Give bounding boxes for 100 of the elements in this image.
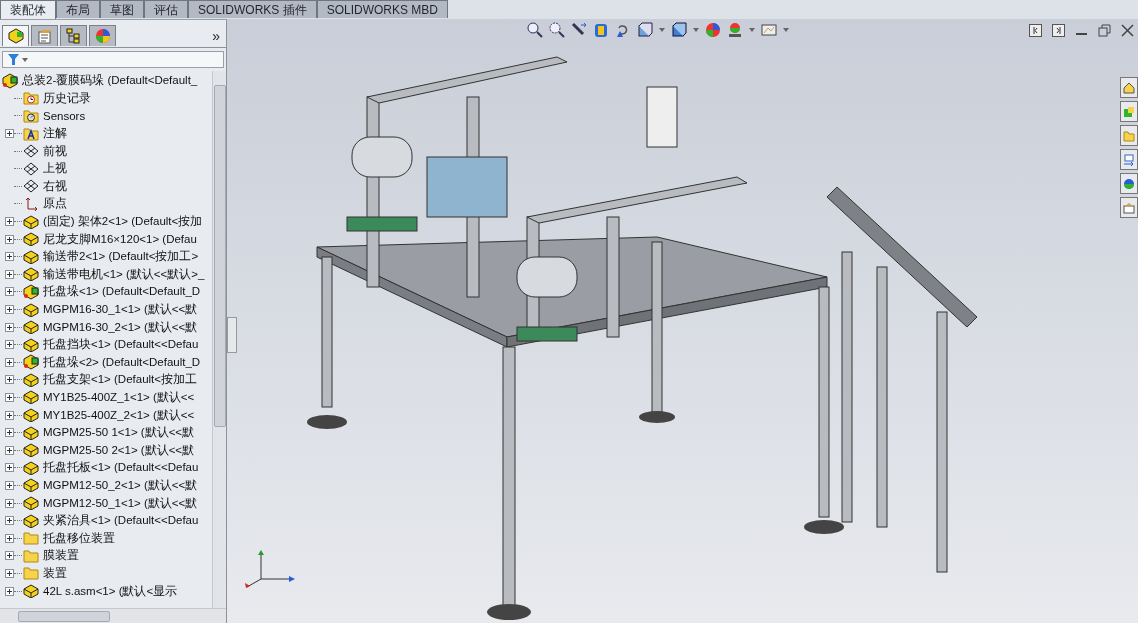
restore-icon[interactable] bbox=[1098, 24, 1111, 37]
tree-item[interactable]: MY1B25-400Z_1<1> (默认<< bbox=[0, 388, 212, 407]
expand-toggle[interactable] bbox=[5, 252, 14, 262]
expand-toggle[interactable] bbox=[5, 498, 14, 508]
display-manager-tab[interactable] bbox=[89, 25, 116, 46]
caret-icon[interactable] bbox=[22, 57, 28, 62]
tree-item[interactable]: (固定) 架体2<1> (Default<按加 bbox=[0, 212, 212, 231]
expand-toggle[interactable] bbox=[5, 269, 14, 279]
expand-toggle[interactable] bbox=[5, 463, 14, 473]
clock-folder-icon bbox=[23, 91, 39, 106]
tree-item[interactable]: 膜装置 bbox=[0, 547, 212, 565]
view-orientation-icon[interactable] bbox=[637, 22, 653, 38]
tile-left-icon[interactable] bbox=[1029, 24, 1042, 37]
display-settings-icon[interactable] bbox=[761, 22, 777, 38]
tree-item[interactable]: 前视 bbox=[0, 142, 212, 160]
tree-item[interactable]: 托盘垛<1> (Default<Default_D bbox=[0, 283, 212, 301]
tree-item[interactable]: 尼龙支脚M16×120<1> (Defau bbox=[0, 230, 212, 248]
expand-toggle[interactable] bbox=[5, 129, 14, 139]
expand-toggle[interactable] bbox=[5, 410, 14, 420]
caret-icon[interactable] bbox=[783, 28, 789, 32]
tree-item[interactable]: 夹紧治具<1> (Default<<Defau bbox=[0, 511, 212, 530]
horizontal-scrollbar[interactable] bbox=[0, 608, 226, 623]
expand-toggle[interactable] bbox=[5, 533, 14, 543]
tree-item[interactable]: 装置 bbox=[0, 564, 212, 583]
tree-item[interactable]: 托盘移位装置 bbox=[0, 529, 212, 548]
appearance-pane-button[interactable] bbox=[1120, 173, 1138, 194]
section-view-icon[interactable] bbox=[593, 22, 609, 38]
expand-toggle[interactable] bbox=[5, 357, 14, 367]
view-palette-button[interactable] bbox=[1120, 149, 1138, 170]
expand-toggle[interactable] bbox=[5, 234, 14, 244]
tree-item[interactable]: Sensors bbox=[0, 107, 212, 125]
expand-toggle[interactable] bbox=[5, 322, 14, 332]
expand-toggle[interactable] bbox=[5, 586, 14, 596]
property-manager-tab[interactable] bbox=[31, 25, 58, 46]
expand-toggle[interactable] bbox=[5, 445, 14, 455]
expand-toggle[interactable] bbox=[5, 375, 14, 385]
display-style-icon[interactable] bbox=[671, 22, 687, 38]
expand-toggle[interactable] bbox=[5, 480, 14, 490]
tree-item[interactable]: 托盘托板<1> (Default<<Defau bbox=[0, 459, 212, 477]
tree-item[interactable]: 42L s.asm<1> (默认<显示 bbox=[0, 582, 212, 600]
tree-root-item[interactable]: 总装2-覆膜码垛 (Default<Default_ bbox=[0, 72, 212, 90]
part-icon bbox=[23, 390, 39, 405]
more-tabs-button[interactable]: » bbox=[212, 27, 224, 44]
part-icon bbox=[23, 232, 39, 247]
scene-icon[interactable] bbox=[727, 22, 743, 38]
library-pane-button[interactable] bbox=[1120, 101, 1138, 122]
tree-item[interactable]: MGPM16-30_2<1> (默认<<默 bbox=[0, 318, 212, 336]
caret-icon[interactable] bbox=[659, 28, 665, 32]
tree-item[interactable]: MY1B25-400Z_2<1> (默认<< bbox=[0, 406, 212, 424]
tree-item[interactable]: 托盘挡块<1> (Default<<Defau bbox=[0, 335, 212, 354]
command-tab[interactable]: 布局 bbox=[56, 0, 100, 18]
tree-item[interactable]: 输送带电机<1> (默认<<默认>_ bbox=[0, 265, 212, 284]
caret-icon[interactable] bbox=[693, 28, 699, 32]
tree-item[interactable]: 上视 bbox=[0, 159, 212, 178]
panel-collapse-handle[interactable] bbox=[227, 317, 237, 353]
assembly-icon bbox=[23, 283, 39, 300]
tree-item[interactable]: MGPM16-30_1<1> (默认<<默 bbox=[0, 300, 212, 319]
expand-toggle[interactable] bbox=[5, 340, 14, 350]
vertical-scrollbar[interactable] bbox=[212, 71, 226, 608]
config-manager-tab[interactable] bbox=[60, 25, 87, 46]
caret-icon[interactable] bbox=[749, 28, 755, 32]
command-tab[interactable]: 评估 bbox=[144, 0, 188, 18]
filter-field[interactable] bbox=[2, 51, 224, 68]
expand-toggle[interactable] bbox=[5, 217, 14, 227]
tree-item[interactable]: MGPM25-50 2<1> (默认<<默 bbox=[0, 441, 212, 460]
expand-toggle[interactable] bbox=[5, 516, 14, 526]
folder-icon bbox=[23, 566, 39, 581]
home-pane-button[interactable] bbox=[1120, 77, 1138, 98]
tree-item[interactable]: MGPM25-50 1<1> (默认<<默 bbox=[0, 423, 212, 442]
expand-toggle[interactable] bbox=[5, 393, 14, 402]
tree-item[interactable]: 右视 bbox=[0, 177, 212, 196]
part-icon bbox=[23, 408, 39, 423]
command-tab[interactable]: 草图 bbox=[100, 0, 144, 18]
expand-toggle[interactable] bbox=[5, 551, 14, 561]
tree-item[interactable]: 输送带2<1> (Default<按加工> bbox=[0, 247, 212, 266]
expand-toggle[interactable] bbox=[5, 305, 14, 314]
tree-item[interactable]: MGPM12-50_2<1> (默认<<默 bbox=[0, 476, 212, 495]
command-tab[interactable]: SOLIDWORKS 插件 bbox=[188, 0, 317, 18]
tree-item[interactable]: MGPM12-50_1<1> (默认<<默 bbox=[0, 494, 212, 512]
graphics-viewport[interactable] bbox=[227, 19, 1138, 623]
custom-properties-button[interactable] bbox=[1120, 197, 1138, 218]
appearance-icon[interactable] bbox=[705, 22, 721, 38]
command-tab[interactable]: SOLIDWORKS MBD bbox=[316, 0, 449, 18]
tree-item[interactable]: 原点 bbox=[0, 195, 212, 213]
tree-item[interactable]: 托盘垛<2> (Default<Default_D bbox=[0, 353, 212, 372]
plane-icon bbox=[23, 144, 39, 159]
tree-item[interactable]: 历史记录 bbox=[0, 89, 212, 108]
zoom-area-icon[interactable] bbox=[549, 22, 565, 38]
folder-pane-button[interactable] bbox=[1120, 125, 1138, 146]
expand-toggle[interactable] bbox=[5, 568, 14, 578]
expand-toggle[interactable] bbox=[5, 428, 14, 438]
expand-toggle[interactable] bbox=[5, 287, 14, 297]
tree-item[interactable]: 注解 bbox=[0, 124, 212, 143]
tile-right-icon[interactable] bbox=[1052, 24, 1065, 37]
previous-view-icon[interactable] bbox=[571, 22, 587, 38]
command-tab[interactable]: 装配体 bbox=[0, 0, 56, 21]
feature-manager-tab[interactable] bbox=[2, 25, 29, 46]
tree-item[interactable]: 托盘支架<1> (Default<按加工 bbox=[0, 371, 212, 389]
close-icon[interactable] bbox=[1121, 24, 1134, 37]
zoom-fit-icon[interactable] bbox=[527, 22, 543, 38]
